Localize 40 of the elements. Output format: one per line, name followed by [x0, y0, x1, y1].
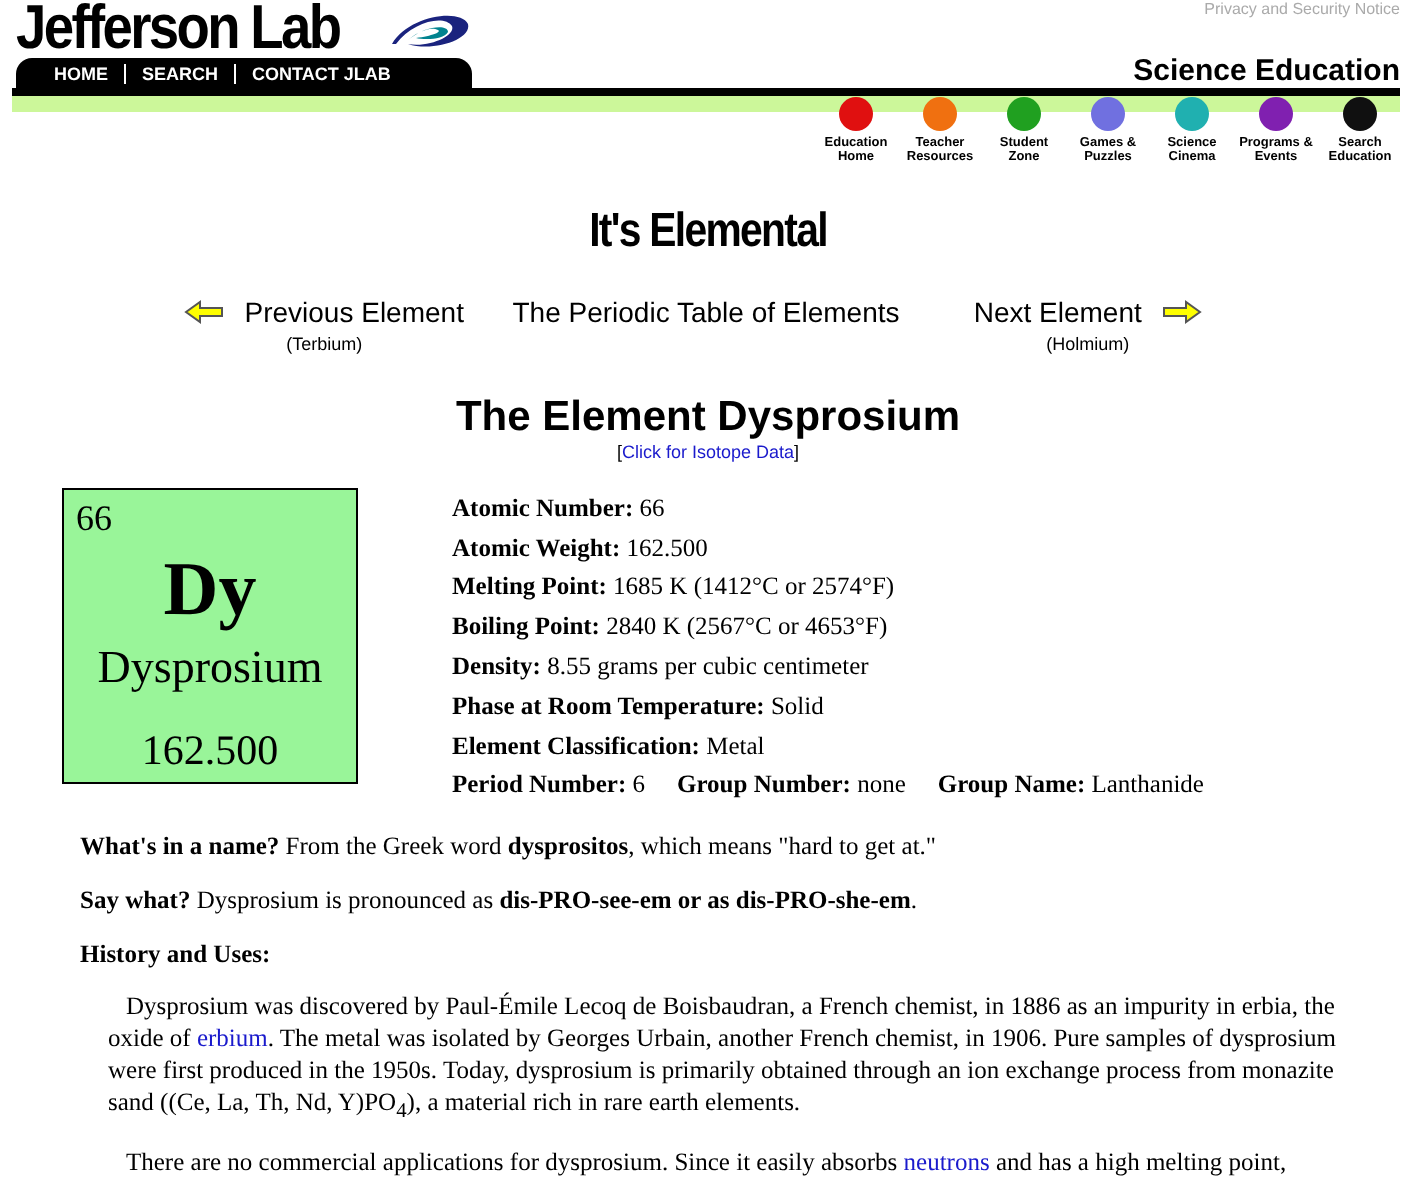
element-fact: Period Number: 6: [452, 770, 646, 801]
element-fact: Boiling Point: 2840 K (2567°C or 4653°F): [452, 612, 888, 643]
atomic-number: 66: [76, 498, 112, 540]
next-element-name: (Holmium): [1046, 334, 1130, 354]
info-sentence: Say what? Dysprosium is pronounced as dis-PRO-see-em or as dis-PRO-she-em.: [80, 884, 919, 917]
logo-text[interactable]: Jefferson Lab: [16, 0, 340, 56]
next-element-link[interactable]: Next Element: [973, 296, 1142, 328]
element-heading: The Element Dysprosium: [453, 394, 963, 442]
page-title: It's Elemental: [587, 204, 829, 260]
section-title: Science Education: [1133, 56, 1400, 88]
element-fact: Atomic Weight: 162.500: [452, 533, 708, 564]
bracket: [: [616, 442, 622, 462]
bracket: ]: [794, 442, 800, 462]
section-heading: History and Uses:: [80, 938, 273, 971]
element-fact: Melting Point: 1685 K (1412°C or 2574°F): [452, 572, 895, 603]
element-symbol: Dy: [163, 550, 257, 630]
left-arrow-icon[interactable]: [184, 300, 225, 324]
periodic-table-link[interactable]: The Periodic Table of Elements: [512, 296, 900, 328]
element-fact: Phase at Room Temperature: Solid: [452, 691, 824, 722]
nav-link[interactable]: CONTACT JLAB: [234, 64, 407, 84]
element-fact: Density: 8.55 grams per cubic centimeter: [452, 652, 869, 683]
element-fact: Group Name: Lanthanide: [937, 770, 1204, 801]
element-fact: Group Number: none: [677, 770, 906, 801]
atomic-weight: 162.500: [141, 726, 279, 776]
paragraph: Dysprosium was discovered by Paul-Émile Lecoq de Boisbaudran, a French chemist, in 1886 as an impurity in erbia, the oxide of erbium. The metal was isolated by Georges Urbain, another French chemist, in 1906. Pure samples of dysprosium were first produced in the 1950s. Today, dysprosium is primarily obtained through an ion exchange process from monazite sand ((Ce, La, Th, Nd, Y)PO$_{4}$), a material rich in rare earth elements.: [108, 990, 1336, 1128]
previous-element-link[interactable]: Previous Element: [244, 296, 464, 328]
circle-icon[interactable]: [1258, 96, 1294, 132]
info-sentence: What's in a name? From the Greek word dysprositos, which means "hard to get at.": [80, 830, 939, 863]
nav-link[interactable]: HOME: [36, 64, 124, 84]
isotope-link[interactable]: Click for Isotope Data: [621, 442, 795, 462]
right-arrow-icon[interactable]: [1161, 300, 1202, 324]
paragraph: There are no commercial applications for dysprosium. Since it easily absorbs neutrons and has a high melting point,: [124, 1145, 1289, 1178]
text-link[interactable]: neutrons: [903, 1147, 990, 1176]
nav-link[interactable]: SEARCH: [124, 64, 235, 84]
element-fact: Atomic Number: 66: [452, 493, 665, 524]
previous-element-name: (Terbium): [286, 334, 363, 354]
element-fact: Element Classification: Metal: [452, 731, 765, 762]
text-link[interactable]: erbium: [196, 1024, 268, 1053]
element-name: Dysprosium: [97, 642, 323, 694]
circle-icon[interactable]: [1342, 96, 1378, 132]
